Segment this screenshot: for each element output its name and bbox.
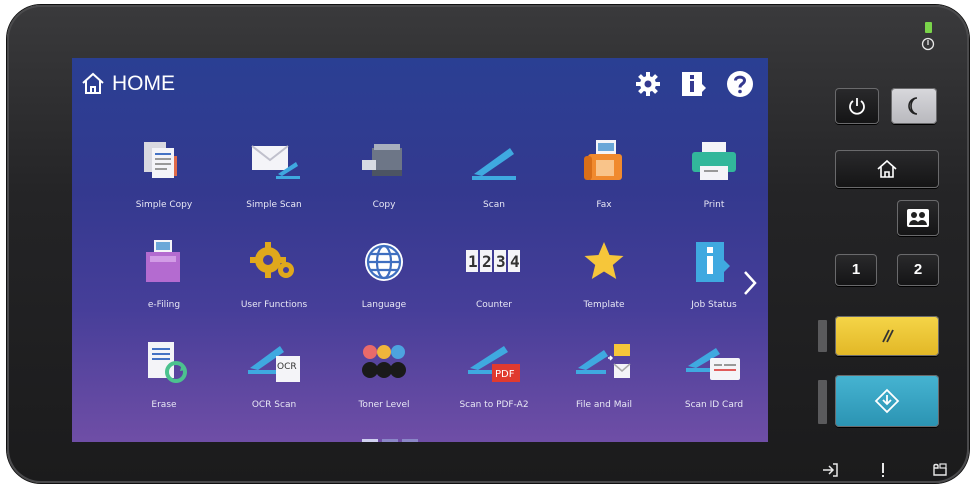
moon-icon <box>908 97 918 115</box>
tile-label: Print <box>703 200 725 210</box>
tile-ocr-scan[interactable]: OCR OCR Scan <box>219 338 329 434</box>
users-icon <box>907 209 929 227</box>
scan-icon <box>472 148 516 180</box>
tile-e-filing[interactable]: e-Filing <box>109 238 219 334</box>
tile-scan-id-card[interactable]: Scan ID Card <box>659 338 768 434</box>
page-indicator <box>362 439 418 442</box>
tile-label: User Functions <box>240 300 308 310</box>
home-title[interactable]: HOME <box>80 72 175 96</box>
screen-header: HOME <box>72 58 768 110</box>
tile-fax[interactable]: Fax <box>549 138 659 234</box>
tile-print[interactable]: Print <box>659 138 768 234</box>
tile-simple-copy[interactable]: Simple Copy <box>109 138 219 234</box>
power-indicator-icon <box>921 37 935 51</box>
fax-icon <box>584 140 622 180</box>
svg-text:3: 3 <box>496 252 506 271</box>
template-icon <box>584 242 624 279</box>
shortcut-key-2[interactable]: 2 <box>897 254 939 286</box>
copy-icon <box>362 144 402 176</box>
key-1-label: 1 <box>851 261 861 278</box>
tile-label: Job Status <box>691 300 737 310</box>
data-receive-icon <box>823 463 838 477</box>
tile-simple-scan[interactable]: Simple Scan <box>219 138 329 234</box>
start-indicator-strip <box>818 380 827 424</box>
page-title: HOME <box>112 72 175 95</box>
help-icon[interactable] <box>726 70 754 98</box>
error-alert-icon <box>882 463 884 477</box>
tile-copy[interactable]: Copy <box>329 138 439 234</box>
ocr-text: OCR <box>277 362 297 372</box>
reset-button[interactable] <box>835 316 939 356</box>
power-led <box>925 22 932 33</box>
tile-label: Copy <box>372 200 396 210</box>
scan-id-card-icon <box>686 348 740 380</box>
touch-screen: HOME Simple Copy Simple Scan Copy Scan F… <box>72 58 768 442</box>
start-button[interactable] <box>835 375 939 427</box>
start-icon <box>874 388 900 414</box>
tile-label: Fax <box>596 200 612 210</box>
key-2-label: 2 <box>913 261 923 278</box>
info-icon[interactable] <box>680 70 708 98</box>
tile-label: e-Filing <box>147 300 181 310</box>
pdf-text: PDF <box>495 369 515 380</box>
svg-text:2: 2 <box>482 252 492 271</box>
tile-scan[interactable]: Scan <box>439 138 549 234</box>
tile-user-functions[interactable]: User Functions <box>219 238 329 334</box>
home-key-icon <box>877 159 897 178</box>
tile-label: Erase <box>151 400 177 410</box>
tile-label: Template <box>583 300 625 310</box>
tile-template[interactable]: Template <box>549 238 659 334</box>
tile-label: Scan <box>483 200 505 210</box>
simple-copy-icon <box>144 142 177 178</box>
page-dot <box>402 439 418 442</box>
ocr-scan-icon: OCR <box>248 346 300 382</box>
tile-label: Scan to PDF-A2 <box>459 400 529 410</box>
file-and-mail-icon <box>576 344 631 378</box>
energy-saver-button[interactable] <box>891 88 937 124</box>
toner-level-icon <box>362 345 406 378</box>
page-dot <box>382 439 398 442</box>
tile-label: Simple Scan <box>246 200 302 210</box>
tile-scan-to-pdf[interactable]: PDF Scan to PDF-A2 <box>439 338 549 434</box>
tile-file-and-mail[interactable]: File and Mail <box>549 338 659 434</box>
home-icon <box>82 72 104 94</box>
reset-icon <box>882 329 894 343</box>
power-icon <box>849 98 865 115</box>
reset-indicator-strip <box>818 320 827 352</box>
tile-language[interactable]: Language <box>329 238 439 334</box>
scan-to-pdf-icon: PDF <box>468 346 520 382</box>
svg-text:1: 1 <box>468 252 478 271</box>
tile-counter[interactable]: 1234 Counter <box>439 238 549 334</box>
tile-toner-level[interactable]: Toner Level <box>329 338 439 434</box>
tile-label: File and Mail <box>576 400 632 410</box>
home-button[interactable] <box>835 150 939 188</box>
shortcut-key-1[interactable]: 1 <box>835 254 877 286</box>
tile-label: Language <box>361 300 407 310</box>
power-button[interactable] <box>835 88 879 124</box>
tile-label: OCR Scan <box>251 400 297 410</box>
next-page-arrow-icon[interactable] <box>740 268 760 298</box>
tile-label: Counter <box>476 300 512 310</box>
page-dot <box>362 439 378 442</box>
print-icon <box>692 142 736 180</box>
tile-label: Simple Copy <box>135 200 193 210</box>
user-login-button[interactable] <box>897 200 939 236</box>
tile-erase[interactable]: Erase <box>109 338 219 434</box>
counter-icon: 1234 <box>466 250 520 272</box>
job-status-icon <box>696 242 730 282</box>
simple-scan-icon <box>251 145 300 179</box>
tile-label: Toner Level <box>358 400 410 410</box>
erase-icon <box>148 342 187 383</box>
gear-icon[interactable] <box>634 70 662 98</box>
user-functions-icon <box>250 242 294 278</box>
language-icon <box>365 243 403 281</box>
fax-communicating-icon <box>933 463 947 476</box>
svg-text:4: 4 <box>510 252 520 271</box>
e-filing-icon <box>146 240 180 282</box>
tile-label: Scan ID Card <box>684 400 744 410</box>
